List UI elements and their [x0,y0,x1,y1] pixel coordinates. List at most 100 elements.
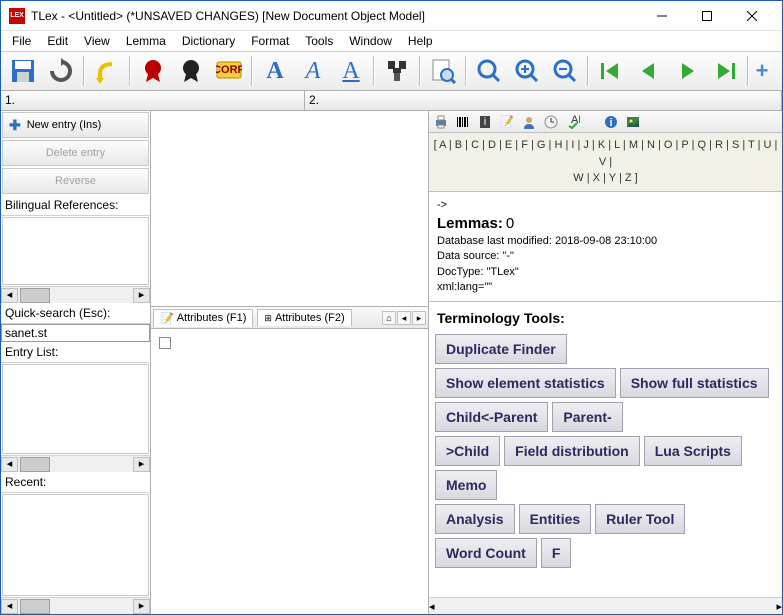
tree-icon: ⊞ [264,313,272,324]
menubar: File Edit View Lemma Dictionary Format T… [1,31,782,51]
nav-prev-button[interactable] [631,53,667,89]
attribute-tabbar: 📝Attributes (F1) ⊞Attributes (F2) ⌂ ◂ ▸ [151,307,428,329]
bilingual-references-pane[interactable] [2,217,149,285]
delete-entry-button[interactable]: Delete entry [2,140,149,166]
note-icon[interactable]: i [477,114,493,130]
menu-view[interactable]: View [77,32,117,50]
tool-button-child-parent[interactable]: Child<-Parent [435,402,548,432]
reverse-button[interactable]: Reverse [2,168,149,194]
clock-icon[interactable] [543,114,559,130]
menu-dictionary[interactable]: Dictionary [175,32,242,50]
barcode-icon[interactable] [455,114,471,130]
tool-button-duplicate-finder[interactable]: Duplicate Finder [435,334,567,364]
attribute-checkbox[interactable] [159,337,171,349]
seal-black-button[interactable] [173,53,209,89]
tool-button-ruler-tool[interactable]: Ruler Tool [595,504,685,534]
alpha-row-1: [ A | B | C | D | E | F | G | H | I | J … [433,137,778,170]
doctype: DocType: "TLex" [437,265,774,280]
tool-button-show-full-statistics[interactable]: Show full statistics [620,368,769,398]
tool-button-memo[interactable]: Memo [435,470,497,500]
tab-attributes-f2[interactable]: ⊞Attributes (F2) [257,309,351,326]
tool-button-word-count[interactable]: Word Count [435,538,537,568]
lemmas-count: 0 [506,215,514,232]
column-header-row: 1. 2. [1,91,782,111]
recent-scrollbar[interactable]: ◂▸ [1,597,150,614]
left-panel: ✚New entry (Ins) Delete entry Reverse Bi… [1,111,151,614]
nav-next-button[interactable] [669,53,705,89]
user-icon[interactable] [521,114,537,130]
alpha-row-2: W | X | Y | Z ] [433,170,778,187]
attributes-body[interactable] [151,329,428,614]
menu-window[interactable]: Window [342,32,399,50]
close-button[interactable] [729,2,774,30]
menu-edit[interactable]: Edit [40,32,75,50]
nav-first-button[interactable] [593,53,629,89]
tab-nav-prev[interactable]: ◂ [397,311,411,325]
entry-list-pane[interactable] [2,364,149,454]
tool-button-entities[interactable]: Entities [519,504,592,534]
app-icon: LEX [9,8,25,24]
spellcheck-icon[interactable]: ABC [565,114,581,130]
tab-attributes-f1[interactable]: 📝Attributes (F1) [153,309,253,327]
preview-button[interactable] [425,53,461,89]
tool-button-lua-scripts[interactable]: Lua Scripts [644,436,742,466]
font-underline-button[interactable]: A [333,53,369,89]
tool-button-analysis[interactable]: Analysis [435,504,515,534]
info-panel: -> Lemmas: 0 Database last modified: 201… [429,192,782,303]
window-title: TLex - <Untitled> (*UNSAVED CHANGES) [Ne… [31,9,639,23]
save-button[interactable] [5,53,41,89]
tool-button--child[interactable]: >Child [435,436,500,466]
edit-icon[interactable]: 📝 [499,114,515,130]
corp-button[interactable]: CORP [211,53,247,89]
bilingual-references-label: Bilingual References: [1,195,150,216]
xml-lang: xml:lang="" [437,280,774,295]
data-source: Data source: "-" [437,249,774,264]
editor-area[interactable] [151,111,428,307]
right-toolbar: i 📝 ABC i [429,111,782,133]
refresh-button[interactable] [43,53,79,89]
nav-last-button[interactable] [707,53,743,89]
biling-scrollbar[interactable]: ◂▸ [1,286,150,303]
font-italic-button[interactable]: A [295,53,331,89]
quick-search-input[interactable] [1,324,150,342]
info-icon[interactable]: i [603,114,619,130]
main-toolbar: CORP A A A + [1,51,782,91]
tool-button-show-element-statistics[interactable]: Show element statistics [435,368,616,398]
tool-button-f[interactable]: F [541,538,572,568]
zoom-in-button[interactable] [509,53,545,89]
menu-help[interactable]: Help [401,32,440,50]
new-entry-button[interactable]: ✚New entry (Ins) [2,112,149,138]
zoom-reset-button[interactable] [471,53,507,89]
undo-button[interactable] [89,53,125,89]
menu-format[interactable]: Format [244,32,296,50]
seal-red-button[interactable] [135,53,171,89]
tab-nav-next[interactable]: ▸ [412,311,426,325]
font-bold-button[interactable]: A [257,53,293,89]
alphabet-index[interactable]: [ A | B | C | D | E | F | G | H | I | J … [429,133,782,192]
tools-title: Terminology Tools: [433,308,778,332]
add-button[interactable]: + [753,53,771,89]
info-arrow: -> [437,198,774,213]
right-panel: i 📝 ABC i [ A | B | C | D | E | F | G | … [429,111,782,614]
tool-button-field-distribution[interactable]: Field distribution [504,436,640,466]
menu-file[interactable]: File [5,32,38,50]
find-button[interactable] [379,53,415,89]
right-scrollbar[interactable]: ◂▸ [429,597,782,614]
header-col-2[interactable]: 2. [305,91,782,110]
maximize-button[interactable] [684,2,729,30]
menu-tools[interactable]: Tools [298,32,340,50]
zoom-out-button[interactable] [547,53,583,89]
titlebar: LEX TLex - <Untitled> (*UNSAVED CHANGES)… [1,1,782,31]
entry-list-scrollbar[interactable]: ◂▸ [1,455,150,472]
header-col-1[interactable]: 1. [1,91,305,110]
picture-icon[interactable] [625,114,641,130]
menu-lemma[interactable]: Lemma [119,32,173,50]
svg-text:i: i [484,116,486,128]
tool-button-parent-[interactable]: Parent- [552,402,622,432]
recent-pane[interactable] [2,494,149,596]
tab-home-icon[interactable]: ⌂ [382,311,396,325]
db-modified: Database last modified: 2018-09-08 23:10… [437,234,774,249]
print-icon[interactable] [433,114,449,130]
recent-label: Recent: [1,472,150,493]
minimize-button[interactable] [639,2,684,30]
